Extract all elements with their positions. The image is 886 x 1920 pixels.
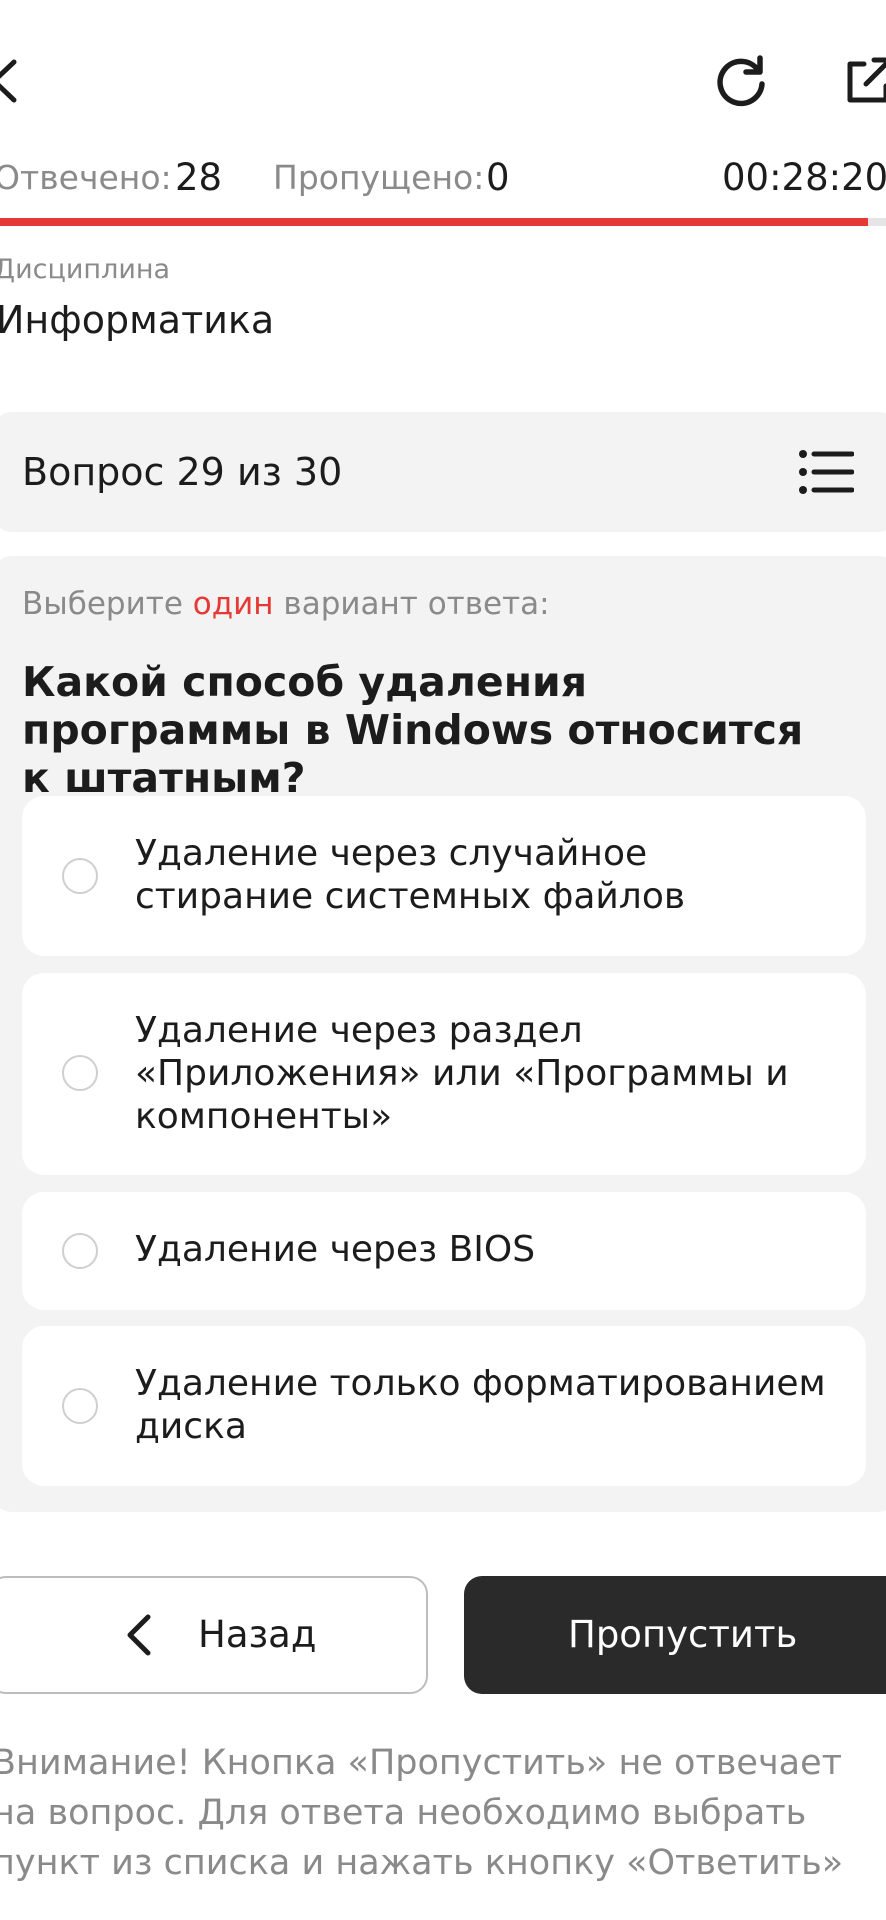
progress-bar: [0, 218, 886, 226]
back-button-label: Назад: [198, 1613, 317, 1656]
radio-button[interactable]: [62, 1388, 98, 1424]
instruction-suffix: вариант ответа:: [273, 586, 550, 622]
chevron-left-icon: [127, 1614, 151, 1656]
question-header: Вопрос 29 из 30: [0, 412, 886, 532]
progress-fill: [0, 218, 869, 226]
timer: 00:28:20: [722, 156, 886, 199]
skipped-label: Пропущено:: [273, 158, 485, 197]
instruction: Выберите один вариант ответа:: [22, 586, 550, 622]
question-number: Вопрос 29 из 30: [22, 450, 343, 494]
instruction-prefix: Выберите: [22, 586, 193, 622]
discipline-label: Дисциплина: [0, 254, 171, 285]
answer-option[interactable]: Удаление через случайное стирание систем…: [22, 796, 866, 956]
stats-row: Отвечено: 28 Пропущено: 0 00:28:20: [0, 152, 886, 204]
answered-count: 28: [175, 156, 223, 199]
back-button[interactable]: Назад: [0, 1576, 428, 1694]
refresh-icon[interactable]: [712, 52, 770, 110]
option-label: Удаление только форматированием диска: [135, 1363, 826, 1447]
option-label: Удаление через BIOS: [135, 1229, 536, 1270]
radio-button[interactable]: [62, 858, 98, 894]
chevron-left-icon[interactable]: [0, 56, 20, 106]
answer-option[interactable]: Удаление только форматированием диска: [22, 1326, 866, 1486]
skip-button[interactable]: Пропустить: [464, 1576, 886, 1694]
answer-option[interactable]: Удаление через раздел «Приложения» или «…: [22, 973, 866, 1175]
question-text: Какой способ удаления программы в Window…: [22, 658, 804, 802]
radio-button[interactable]: [62, 1055, 98, 1091]
option-label: Удаление через раздел «Приложения» или «…: [135, 1010, 789, 1137]
option-label: Удаление через случайное стирание систем…: [135, 833, 686, 917]
external-link-icon[interactable]: [842, 54, 886, 108]
instruction-accent: один: [192, 586, 274, 622]
warning-text: Внимание! Кнопка «Пропустить» не отвечае…: [0, 1743, 844, 1883]
radio-button[interactable]: [62, 1233, 98, 1269]
test-screen: Отвечено: 28 Пропущено: 0 00:28:20 Дисци…: [0, 0, 886, 1920]
discipline-value: Информатика: [0, 298, 275, 342]
answered-label: Отвечено:: [0, 158, 172, 197]
answer-option[interactable]: Удаление через BIOS: [22, 1192, 866, 1310]
skip-button-label: Пропустить: [568, 1613, 798, 1656]
list-icon[interactable]: [798, 446, 854, 498]
question-card: Выберите один вариант ответа: Какой спос…: [0, 556, 886, 1512]
skipped-count: 0: [486, 156, 510, 199]
